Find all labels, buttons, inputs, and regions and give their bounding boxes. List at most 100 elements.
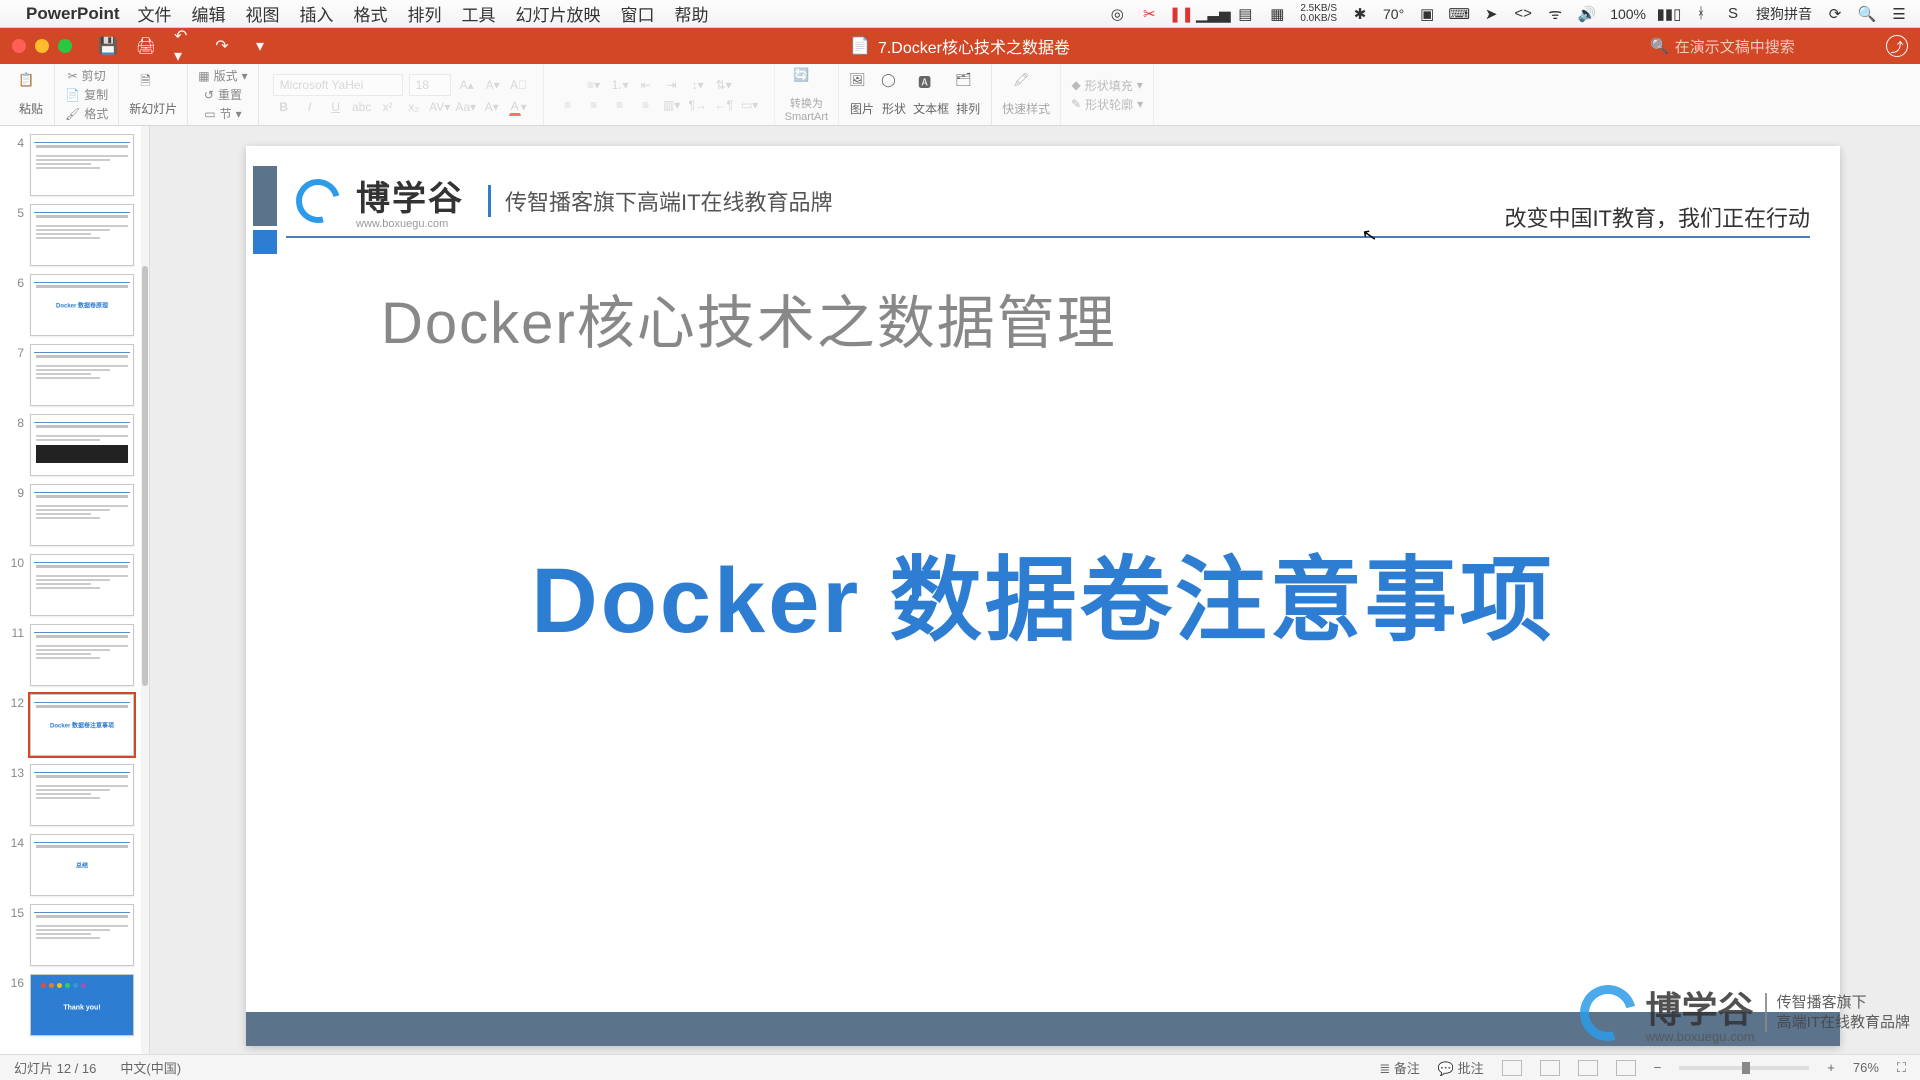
- share-button[interactable]: ⤴: [1886, 35, 1908, 57]
- italic-button[interactable]: I: [300, 98, 320, 116]
- quick-styles-button[interactable]: 🖍快速样式: [1002, 72, 1050, 117]
- scissors-icon[interactable]: ✂: [1140, 5, 1158, 23]
- shapes-button[interactable]: ◯形状: [881, 72, 907, 117]
- zoom-out-button[interactable]: −: [1654, 1060, 1662, 1075]
- increase-indent-button[interactable]: ⇥: [662, 76, 682, 94]
- ime-name[interactable]: 搜狗拼音: [1756, 4, 1812, 24]
- textbox-button[interactable]: 🅰文本框: [913, 72, 949, 117]
- comments-button[interactable]: 💬 批注: [1438, 1058, 1484, 1077]
- strike-button[interactable]: abc: [352, 98, 372, 116]
- new-slide-button[interactable]: 🗎 新幻灯片: [129, 72, 177, 117]
- app-name[interactable]: PowerPoint: [26, 4, 120, 24]
- thumbnail-preview[interactable]: [30, 624, 134, 686]
- thumbnail-preview[interactable]: Docker 数据卷注意事项: [30, 694, 134, 756]
- thumbnail-preview[interactable]: [30, 204, 134, 266]
- thumbnail-preview[interactable]: 总结: [30, 834, 134, 896]
- fit-to-window-button[interactable]: ⛶: [1897, 1060, 1906, 1076]
- copy-button[interactable]: 📄 复制: [65, 86, 108, 103]
- grow-font-icon[interactable]: A▴: [457, 76, 477, 94]
- thumbnail-item-13[interactable]: 13: [0, 760, 149, 830]
- menu-edit[interactable]: 编辑: [192, 1, 226, 26]
- layout-button[interactable]: ▦ 版式 ▾: [198, 67, 247, 84]
- menu-slideshow[interactable]: 幻灯片放映: [516, 1, 601, 26]
- align-text-button[interactable]: ▭▾: [740, 96, 760, 114]
- pause-icon[interactable]: ❚❚: [1172, 5, 1190, 23]
- thumbnail-item-14[interactable]: 14总结: [0, 830, 149, 900]
- send-icon[interactable]: ➤: [1482, 5, 1500, 23]
- shrink-font-icon[interactable]: A▾: [483, 76, 503, 94]
- rtl-button[interactable]: ←¶: [714, 96, 734, 114]
- ltr-button[interactable]: ¶→: [688, 96, 708, 114]
- wifi-icon[interactable]: ᯤ: [1546, 5, 1564, 23]
- thumbnail-preview[interactable]: [30, 554, 134, 616]
- code-icon[interactable]: <>: [1514, 5, 1532, 23]
- menu-file[interactable]: 文件: [138, 1, 172, 26]
- menu-format[interactable]: 格式: [354, 1, 388, 26]
- menu-help[interactable]: 帮助: [675, 1, 709, 26]
- font-size-combo[interactable]: 18: [409, 74, 451, 96]
- thumb-scrollbar-thumb[interactable]: [142, 266, 148, 686]
- zoom-slider[interactable]: [1679, 1066, 1809, 1070]
- thumbnail-preview[interactable]: [30, 414, 134, 476]
- normal-view-button[interactable]: [1502, 1060, 1522, 1076]
- dashboard-icon[interactable]: ▣: [1418, 5, 1436, 23]
- thumbnail-preview[interactable]: [30, 904, 134, 966]
- bullets-button[interactable]: ≡▾: [584, 76, 604, 94]
- arrange-button[interactable]: 🗂排列: [955, 72, 981, 117]
- sync-icon[interactable]: ⟳: [1826, 5, 1844, 23]
- numbering-button[interactable]: ⒈▾: [610, 76, 630, 94]
- menu-arrange[interactable]: 排列: [408, 1, 442, 26]
- thumbnail-preview[interactable]: Thank you!: [30, 974, 134, 1036]
- menu-window[interactable]: 窗口: [621, 1, 655, 26]
- slideshow-view-button[interactable]: [1616, 1060, 1636, 1076]
- text-direction-button[interactable]: ⇅▾: [714, 76, 734, 94]
- convert-smartart-button[interactable]: 🔄 转换为 SmartArt: [785, 67, 828, 123]
- thumbnail-item-15[interactable]: 15: [0, 900, 149, 970]
- thumbnail-preview[interactable]: [30, 134, 134, 196]
- align-center-button[interactable]: ≡: [584, 96, 604, 114]
- qat-customize-icon[interactable]: ▾: [250, 36, 270, 56]
- thumbnail-item-5[interactable]: 5: [0, 200, 149, 270]
- spotlight-icon[interactable]: 🔍: [1858, 5, 1876, 23]
- align-left-button[interactable]: ≡: [558, 96, 578, 114]
- zoom-slider-thumb[interactable]: [1742, 1062, 1750, 1074]
- graph-icon[interactable]: ▁▃▅: [1204, 5, 1222, 23]
- change-case-button[interactable]: Aa▾: [456, 98, 476, 116]
- subscript-button[interactable]: x₂: [404, 98, 424, 116]
- cpu-icon[interactable]: ▦: [1268, 5, 1286, 23]
- paste-button[interactable]: 📋 粘贴: [18, 72, 44, 117]
- reading-view-button[interactable]: [1578, 1060, 1598, 1076]
- thumbnail-item-6[interactable]: 6Docker 数据卷原理: [0, 270, 149, 340]
- notes-button[interactable]: ≣ 备注: [1379, 1058, 1420, 1077]
- shape-outline-button[interactable]: ✎ 形状轮廓 ▾: [1071, 96, 1143, 113]
- superscript-button[interactable]: x²: [378, 98, 398, 116]
- redo-icon[interactable]: ↷: [212, 36, 232, 56]
- volume-icon[interactable]: 🔊: [1578, 5, 1596, 23]
- bold-button[interactable]: B: [274, 98, 294, 116]
- thumbnail-item-4[interactable]: 4: [0, 130, 149, 200]
- fan-icon[interactable]: ✱: [1351, 5, 1369, 23]
- close-button[interactable]: [12, 39, 26, 53]
- zoom-in-button[interactable]: +: [1827, 1060, 1835, 1075]
- slide-counter[interactable]: 幻灯片 12 / 16: [14, 1058, 96, 1077]
- justify-button[interactable]: ≡: [636, 96, 656, 114]
- cut-button[interactable]: ✂ 剪切: [68, 67, 106, 84]
- undo-icon[interactable]: ↶ ▾: [174, 36, 194, 56]
- menu-tools[interactable]: 工具: [462, 1, 496, 26]
- clear-format-icon[interactable]: A⃠: [509, 76, 529, 94]
- reset-button[interactable]: ↺ 重置: [204, 86, 242, 103]
- thumbnail-item-10[interactable]: 10: [0, 550, 149, 620]
- save-icon[interactable]: 💾: [98, 36, 118, 56]
- menu-insert[interactable]: 插入: [300, 1, 334, 26]
- ime-logo-icon[interactable]: S: [1724, 5, 1742, 23]
- minimize-button[interactable]: [35, 39, 49, 53]
- sorter-view-button[interactable]: [1540, 1060, 1560, 1076]
- thumbnail-preview[interactable]: [30, 764, 134, 826]
- char-spacing-button[interactable]: AV▾: [430, 98, 450, 116]
- disk-icon[interactable]: ▤: [1236, 5, 1254, 23]
- thumbnail-preview[interactable]: [30, 344, 134, 406]
- battery-icon[interactable]: ▮▮▯: [1660, 5, 1678, 23]
- thumbnail-item-9[interactable]: 9: [0, 480, 149, 550]
- keyboard-icon[interactable]: ⌨: [1450, 5, 1468, 23]
- print-icon[interactable]: 🖨: [136, 36, 156, 56]
